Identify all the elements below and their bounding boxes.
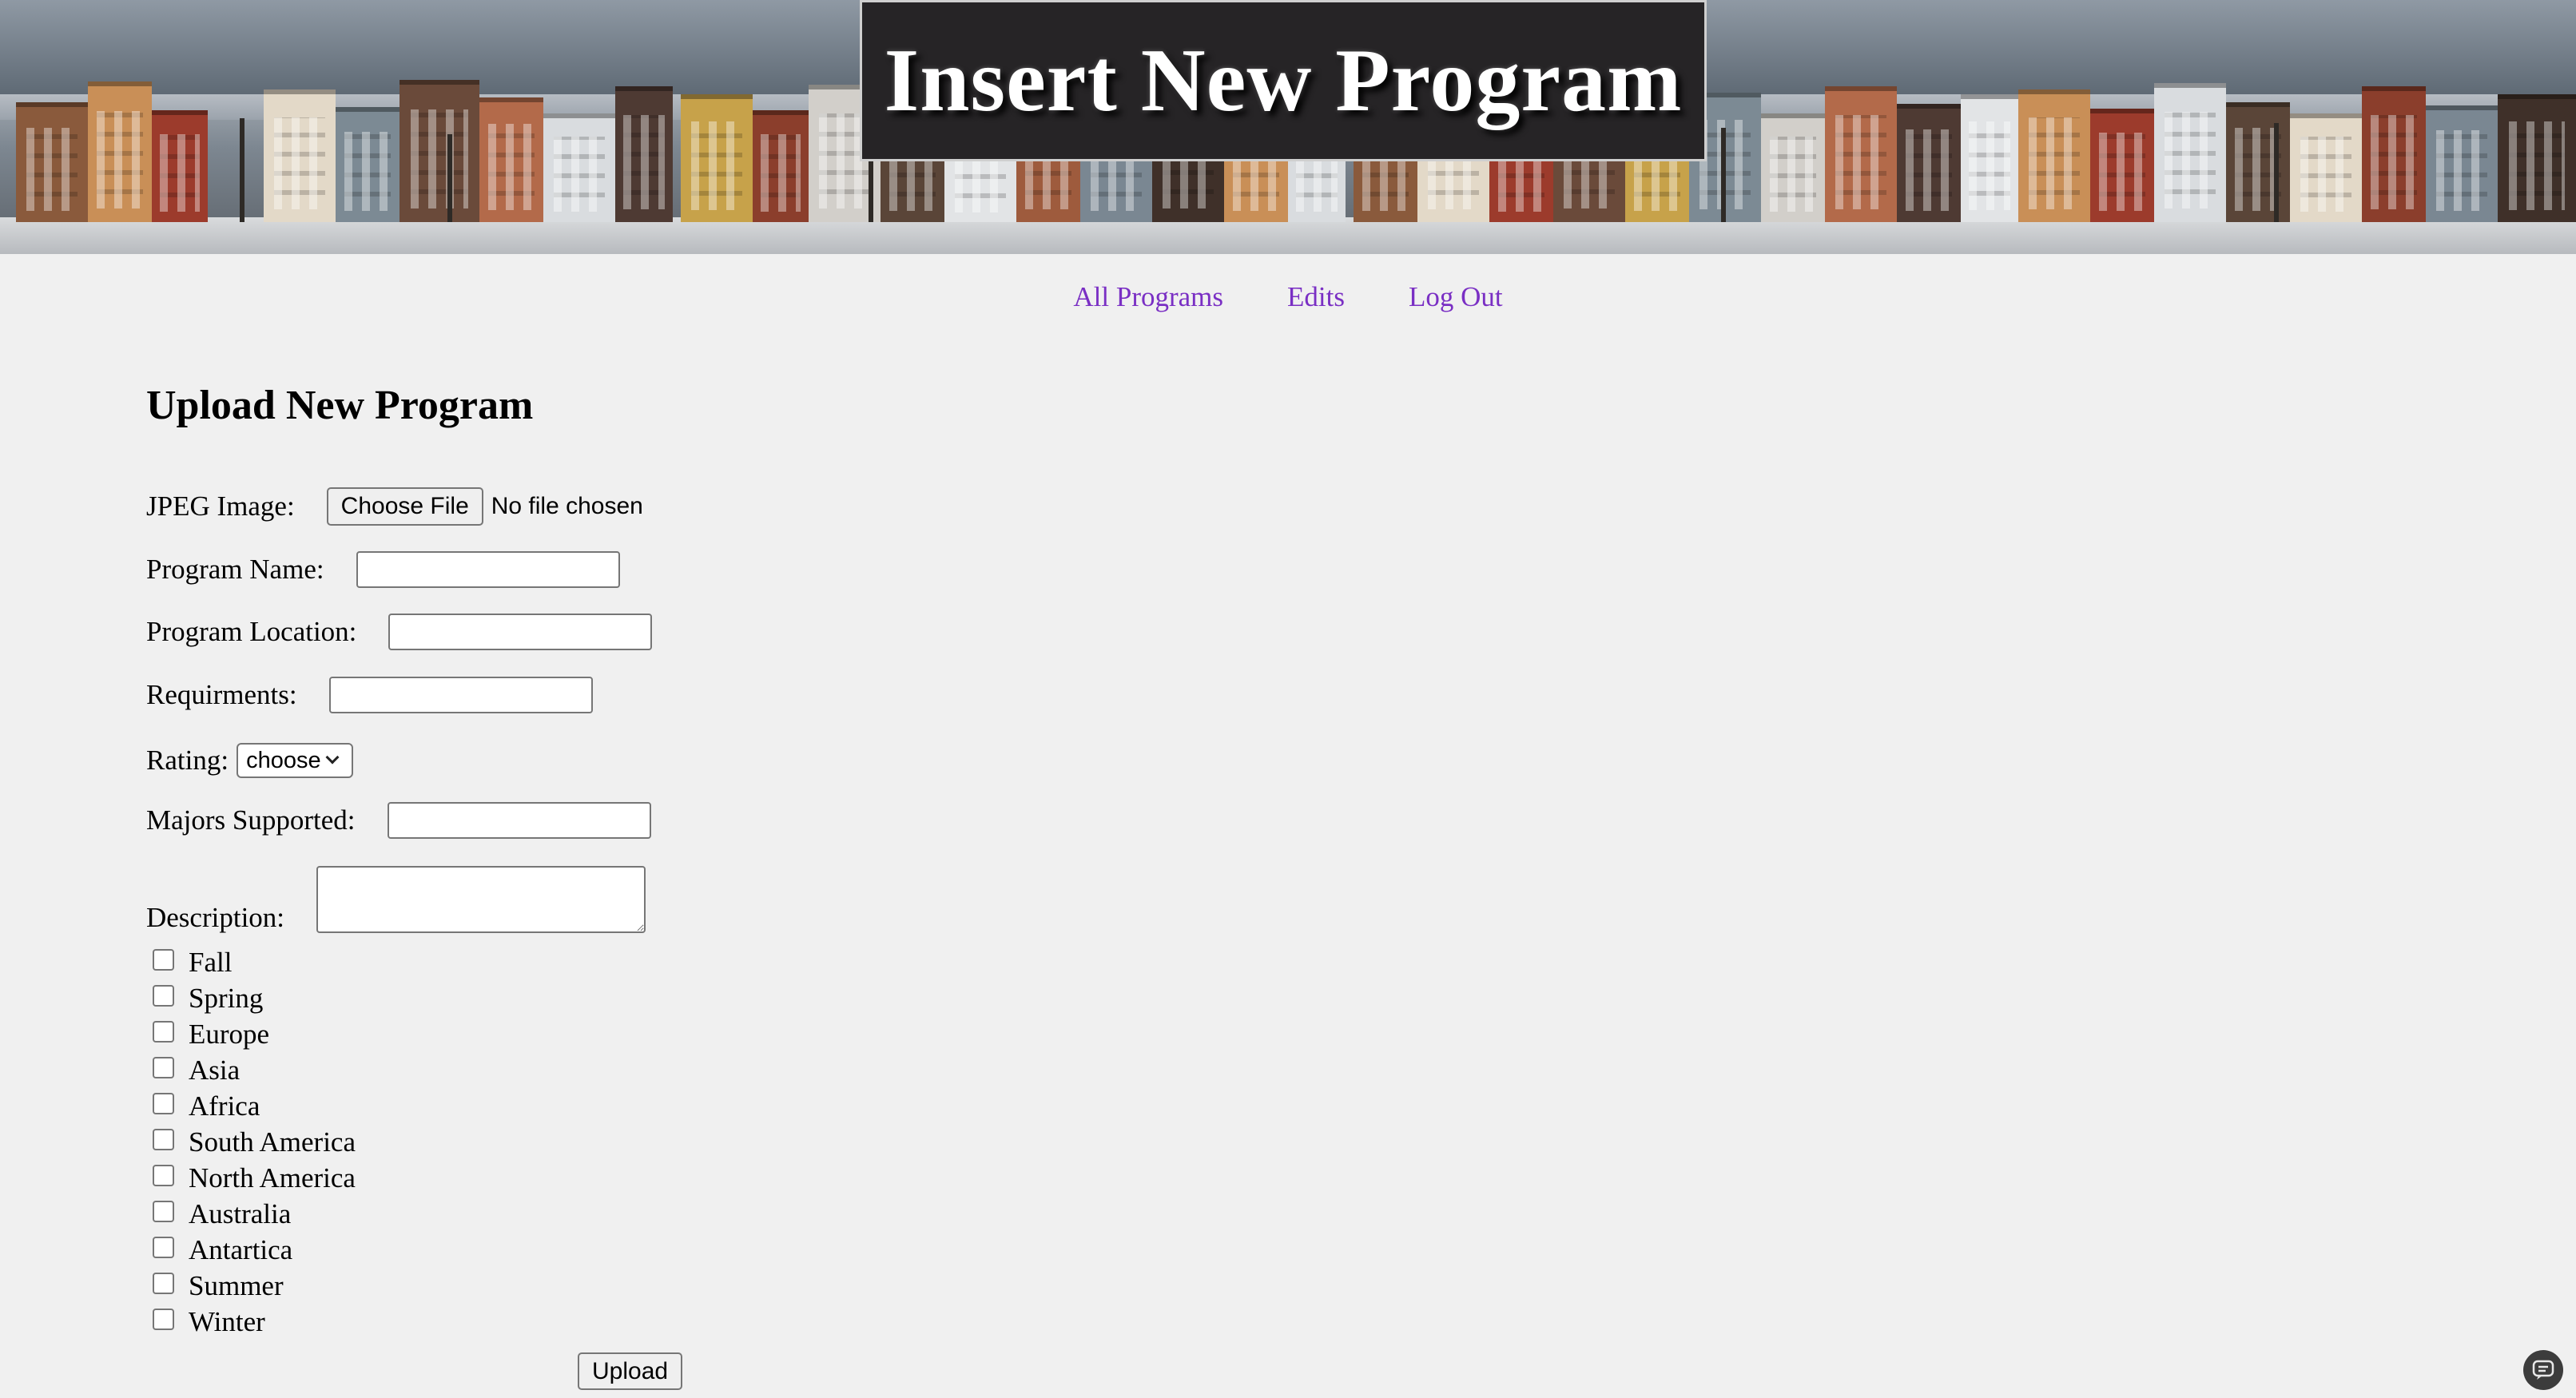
checkbox-box[interactable] — [153, 949, 174, 971]
rating-label: Rating: — [146, 745, 229, 776]
banner-image — [2018, 0, 2576, 254]
checkbox-box[interactable] — [153, 1093, 174, 1114]
checkbox-africa[interactable]: Africa — [153, 1088, 356, 1124]
checkbox-box[interactable] — [153, 1165, 174, 1186]
checkbox-summer[interactable]: Summer — [153, 1268, 356, 1304]
form-heading: Upload New Program — [146, 383, 534, 428]
requirements-input[interactable] — [328, 677, 593, 713]
rating-row: Rating: choose — [146, 743, 354, 778]
jpeg-row: JPEG Image: Choose File No file chosen — [146, 487, 643, 526]
file-status: No file chosen — [491, 493, 643, 519]
upload-button[interactable]: Upload — [578, 1352, 683, 1390]
checkbox-label: Winter — [189, 1305, 265, 1337]
checkbox-box[interactable] — [153, 1129, 174, 1150]
checkbox-north-america[interactable]: North America — [153, 1160, 356, 1196]
top-nav: All Programs Edits Log Out — [0, 281, 2576, 313]
program-location-label: Program Location: — [146, 616, 357, 647]
program-location-input[interactable] — [388, 614, 653, 650]
nav-link-edits[interactable]: Edits — [1287, 281, 1345, 313]
chat-bubble-icon — [2532, 1360, 2554, 1380]
checkbox-australia[interactable]: Australia — [153, 1196, 356, 1232]
banner-image — [0, 0, 673, 254]
choose-file-button[interactable]: Choose File — [326, 487, 483, 526]
checkbox-label: Asia — [189, 1054, 241, 1086]
chat-assistant-icon[interactable] — [2523, 1350, 2563, 1390]
program-location-row: Program Location: — [146, 614, 653, 650]
checkbox-box[interactable] — [153, 1201, 174, 1222]
checkbox-asia[interactable]: Asia — [153, 1052, 356, 1088]
checkbox-box[interactable] — [153, 1057, 174, 1078]
requirements-label: Requirments: — [146, 679, 297, 710]
checkbox-fall[interactable]: Fall — [153, 944, 356, 980]
description-label: Description: — [146, 902, 285, 933]
program-name-label: Program Name: — [146, 554, 324, 585]
checkbox-antartica[interactable]: Antartica — [153, 1232, 356, 1268]
checkbox-box[interactable] — [153, 1273, 174, 1294]
checkbox-label: Europe — [189, 1018, 270, 1050]
checkbox-label: Spring — [189, 982, 264, 1014]
checkbox-south-america[interactable]: South America — [153, 1124, 356, 1160]
banner: Insert New Program — [0, 0, 2576, 254]
majors-label: Majors Supported: — [146, 804, 356, 836]
upload-form: Upload New Program JPEG Image: Choose Fi… — [146, 375, 1265, 933]
description-textarea[interactable] — [316, 866, 646, 933]
description-row: Description: — [146, 866, 646, 933]
checkbox-winter[interactable]: Winter — [153, 1304, 356, 1340]
rating-select[interactable]: choose — [237, 743, 354, 778]
checkbox-label: South America — [189, 1126, 356, 1158]
program-name-row: Program Name: — [146, 551, 620, 588]
checkbox-list: Fall Spring Europe Asia Africa South Ame… — [153, 944, 356, 1340]
majors-input[interactable] — [387, 802, 651, 839]
chevron-down-icon — [325, 750, 340, 765]
nav-link-log-out[interactable]: Log Out — [1409, 281, 1503, 313]
checkbox-label: North America — [189, 1162, 356, 1193]
majors-row: Majors Supported: — [146, 802, 651, 839]
checkbox-box[interactable] — [153, 1309, 174, 1330]
program-name-input[interactable] — [356, 551, 620, 588]
checkbox-label: Africa — [189, 1090, 260, 1122]
checkbox-box[interactable] — [153, 1021, 174, 1043]
page-title: Insert New Program — [884, 30, 1683, 130]
jpeg-label: JPEG Image: — [146, 490, 295, 522]
nav-link-all-programs[interactable]: All Programs — [1073, 281, 1223, 313]
checkbox-label: Antartica — [189, 1233, 293, 1265]
checkbox-box[interactable] — [153, 1237, 174, 1258]
checkbox-europe[interactable]: Europe — [153, 1016, 356, 1052]
checkbox-spring[interactable]: Spring — [153, 980, 356, 1016]
rating-selected-value: choose — [246, 747, 321, 773]
checkbox-label: Australia — [189, 1197, 292, 1229]
title-box: Insert New Program — [860, 0, 1707, 161]
requirements-row: Requirments: — [146, 677, 593, 713]
checkbox-box[interactable] — [153, 985, 174, 1007]
checkbox-label: Fall — [189, 946, 233, 978]
checkbox-label: Summer — [189, 1269, 284, 1301]
